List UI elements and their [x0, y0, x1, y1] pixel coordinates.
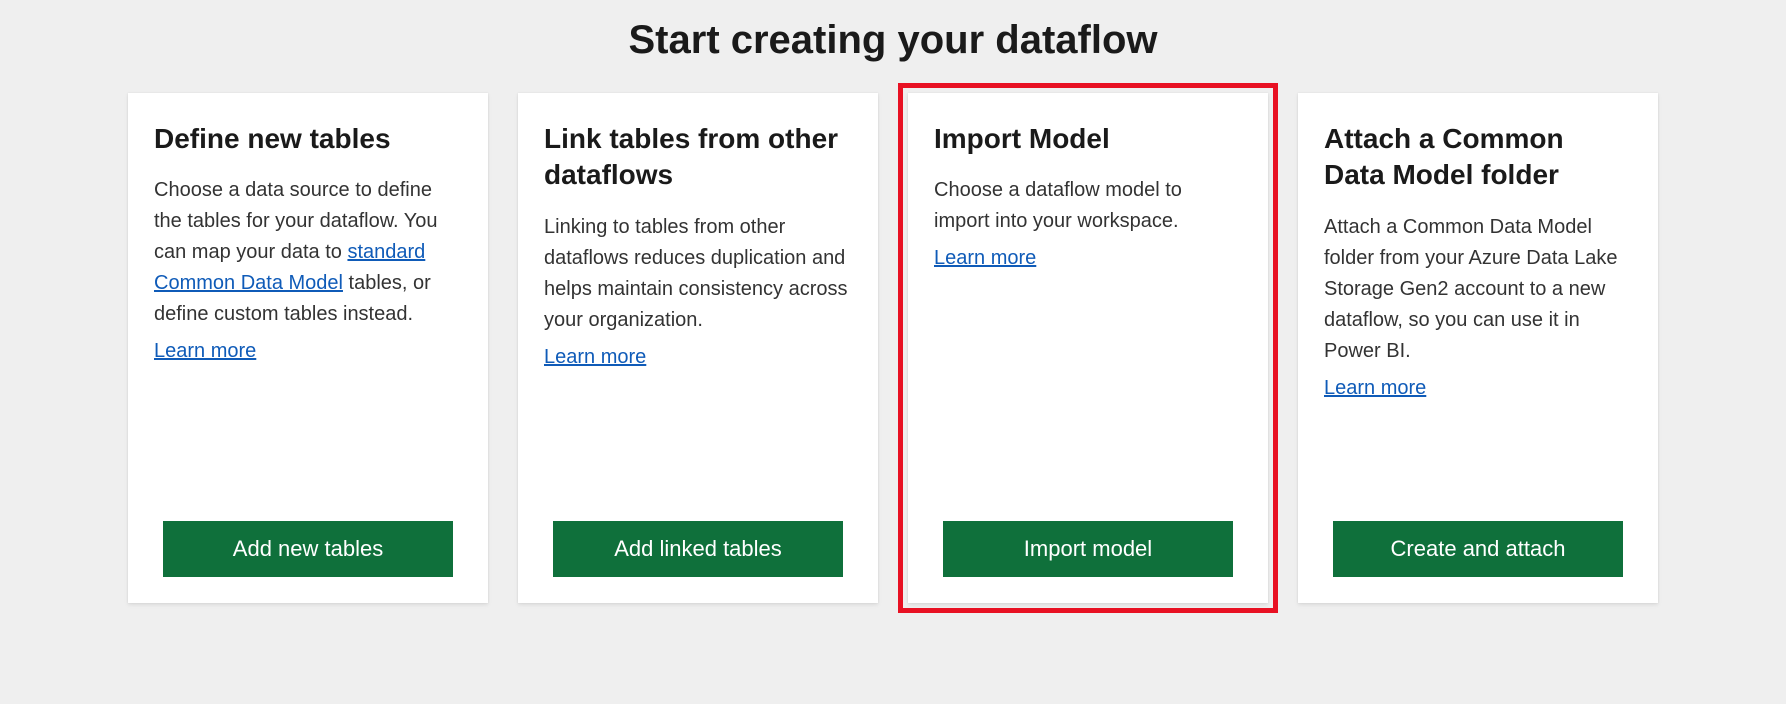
card-title: Link tables from other dataflows — [544, 121, 852, 194]
add-linked-tables-button[interactable]: Add linked tables — [553, 521, 843, 577]
card-description: Attach a Common Data Model folder from y… — [1324, 212, 1632, 367]
learn-more-link[interactable]: Learn more — [154, 340, 256, 363]
learn-more-link[interactable]: Learn more — [1324, 377, 1426, 400]
card-attach-cdm-folder: Attach a Common Data Model folder Attach… — [1298, 93, 1658, 603]
card-description: Choose a dataflow model to import into y… — [934, 175, 1242, 237]
card-description: Choose a data source to define the table… — [154, 175, 462, 330]
import-model-button[interactable]: Import model — [943, 521, 1233, 577]
card-import-model: Import Model Choose a dataflow model to … — [908, 93, 1268, 603]
card-description: Linking to tables from other dataflows r… — [544, 212, 852, 336]
card-title: Import Model — [934, 121, 1242, 157]
card-link-tables: Link tables from other dataflows Linking… — [518, 93, 878, 603]
cards-container: Define new tables Choose a data source t… — [0, 93, 1786, 603]
create-and-attach-button[interactable]: Create and attach — [1333, 521, 1623, 577]
add-new-tables-button[interactable]: Add new tables — [163, 521, 453, 577]
card-title: Define new tables — [154, 121, 462, 157]
card-define-new-tables: Define new tables Choose a data source t… — [128, 93, 488, 603]
spacer — [934, 270, 1242, 501]
learn-more-link[interactable]: Learn more — [544, 346, 646, 369]
desc-text-pre: Choose a dataflow model to import into y… — [934, 179, 1182, 232]
spacer — [1324, 400, 1632, 501]
desc-text-pre: Attach a Common Data Model folder from y… — [1324, 216, 1617, 362]
learn-more-link[interactable]: Learn more — [934, 247, 1036, 270]
desc-text-pre: Linking to tables from other dataflows r… — [544, 216, 847, 331]
card-title: Attach a Common Data Model folder — [1324, 121, 1632, 194]
spacer — [544, 369, 852, 501]
spacer — [154, 363, 462, 501]
page-title: Start creating your dataflow — [0, 18, 1786, 63]
